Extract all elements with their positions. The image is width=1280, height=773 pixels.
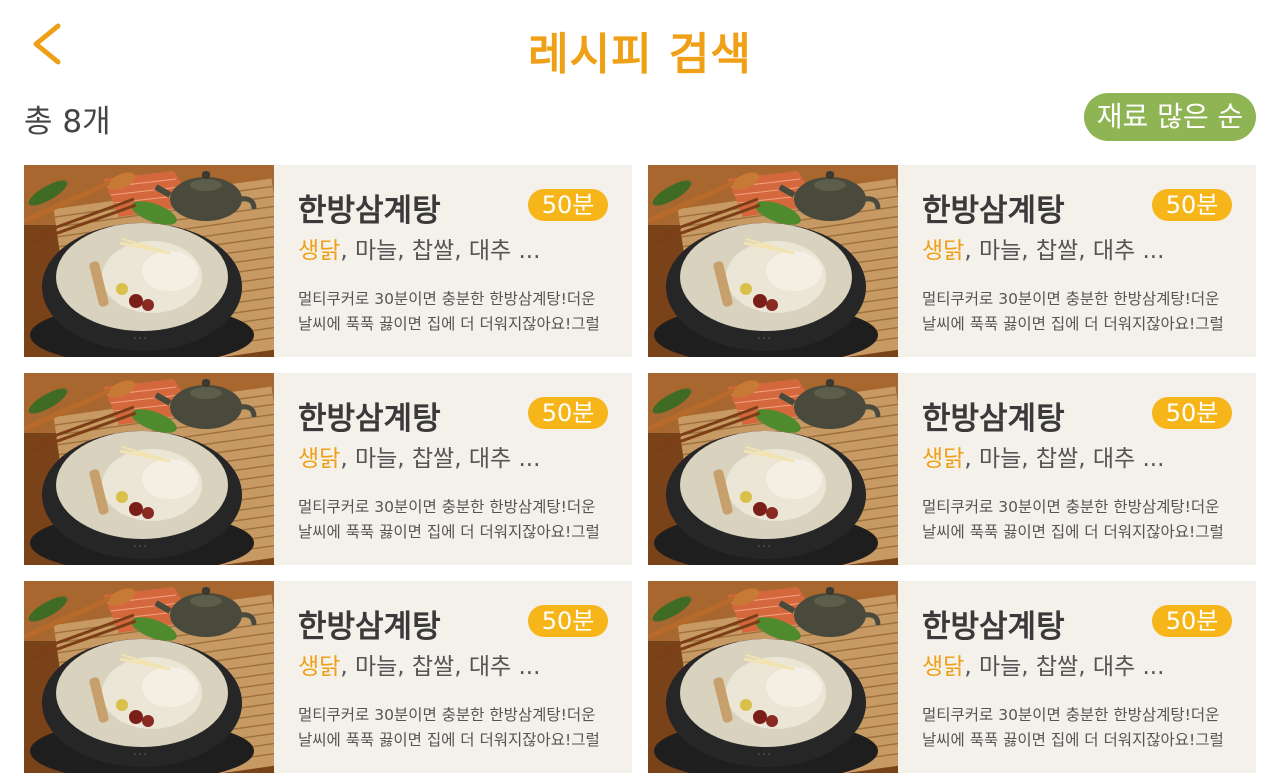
other-ingredients: , 마늘, 찹쌀, 대추 ...	[964, 238, 1165, 264]
main-ingredient: 생닭	[922, 654, 965, 680]
svg-text:· · ·: · · ·	[758, 750, 771, 759]
other-ingredients: , 마늘, 찹쌀, 대추 ...	[340, 446, 541, 472]
ingredient-list: 생닭, 마늘, 찹쌀, 대추 ...	[922, 647, 1164, 681]
cook-time-badge: 50분	[1152, 397, 1232, 429]
recipe-name: 한방삼계탕	[298, 193, 441, 229]
cook-time-badge: 50분	[1152, 605, 1232, 637]
recipe-thumbnail: · · ·	[648, 373, 898, 565]
recipe-name: 한방삼계탕	[922, 609, 1065, 645]
other-ingredients: , 마늘, 찹쌀, 대추 ...	[340, 654, 541, 680]
main-ingredient: 생닭	[298, 446, 341, 472]
recipe-grid: · · · 한방삼계탕 50분 생닭, 마늘, 찹쌀, 대추 ... 멀티쿠커로…	[24, 165, 1256, 773]
main-ingredient: 생닭	[922, 446, 965, 472]
recipe-name: 한방삼계탕	[298, 609, 441, 645]
recipe-name: 한방삼계탕	[922, 193, 1065, 229]
other-ingredients: , 마늘, 찹쌀, 대추 ...	[340, 238, 541, 264]
recipe-card[interactable]: · · · 한방삼계탕 50분 생닭, 마늘, 찹쌀, 대추 ... 멀티쿠커로…	[648, 165, 1256, 357]
recipe-description: 멀티쿠커로 30분이면 충분한 한방삼계탕!더운 날씨에 푹푹 끓이면 집에 더…	[298, 290, 600, 333]
recipe-thumbnail: · · ·	[24, 581, 274, 773]
recipe-card[interactable]: · · · 한방삼계탕 50분 생닭, 마늘, 찹쌀, 대추 ... 멀티쿠커로…	[648, 373, 1256, 565]
cook-time-badge: 50분	[528, 397, 608, 429]
recipe-card[interactable]: · · · 한방삼계탕 50분 생닭, 마늘, 찹쌀, 대추 ... 멀티쿠커로…	[24, 165, 632, 357]
svg-text:· · ·: · · ·	[758, 334, 771, 343]
recipe-description: 멀티쿠커로 30분이면 충분한 한방삼계탕!더운 날씨에 푹푹 끓이면 집에 더…	[922, 706, 1224, 749]
result-count: 총 8개	[24, 104, 111, 140]
main-ingredient: 생닭	[298, 654, 341, 680]
recipe-name: 한방삼계탕	[298, 401, 441, 437]
recipe-card[interactable]: · · · 한방삼계탕 50분 생닭, 마늘, 찹쌀, 대추 ... 멀티쿠커로…	[24, 373, 632, 565]
ingredient-list: 생닭, 마늘, 찹쌀, 대추 ...	[298, 647, 540, 681]
ingredient-list: 생닭, 마늘, 찹쌀, 대추 ...	[298, 231, 540, 265]
svg-text:· · ·: · · ·	[134, 542, 147, 551]
recipe-description: 멀티쿠커로 30분이면 충분한 한방삼계탕!더운 날씨에 푹푹 끓이면 집에 더…	[922, 290, 1224, 333]
cook-time-badge: 50분	[1152, 189, 1232, 221]
page-title: 레시피 검색	[528, 29, 752, 80]
sort-button[interactable]: 재료 많은 순	[1084, 93, 1256, 141]
recipe-card[interactable]: · · · 한방삼계탕 50분 생닭, 마늘, 찹쌀, 대추 ... 멀티쿠커로…	[24, 581, 632, 773]
other-ingredients: , 마늘, 찹쌀, 대추 ...	[964, 446, 1165, 472]
header: 레시피 검색	[0, 0, 1280, 92]
recipe-thumbnail: · · ·	[648, 581, 898, 773]
recipe-card[interactable]: · · · 한방삼계탕 50분 생닭, 마늘, 찹쌀, 대추 ... 멀티쿠커로…	[648, 581, 1256, 773]
recipe-description: 멀티쿠커로 30분이면 충분한 한방삼계탕!더운 날씨에 푹푹 끓이면 집에 더…	[298, 498, 600, 541]
ingredient-list: 생닭, 마늘, 찹쌀, 대추 ...	[298, 439, 540, 473]
svg-text:· · ·: · · ·	[134, 750, 147, 759]
main-ingredient: 생닭	[922, 238, 965, 264]
recipe-thumbnail: · · ·	[24, 165, 274, 357]
recipe-thumbnail: · · ·	[24, 373, 274, 565]
recipe-name: 한방삼계탕	[922, 401, 1065, 437]
cook-time-badge: 50분	[528, 189, 608, 221]
ingredient-list: 생닭, 마늘, 찹쌀, 대추 ...	[922, 439, 1164, 473]
main-ingredient: 생닭	[298, 238, 341, 264]
recipe-thumbnail: · · ·	[648, 165, 898, 357]
other-ingredients: , 마늘, 찹쌀, 대추 ...	[964, 654, 1165, 680]
recipe-description: 멀티쿠커로 30분이면 충분한 한방삼계탕!더운 날씨에 푹푹 끓이면 집에 더…	[922, 498, 1224, 541]
cook-time-badge: 50분	[528, 605, 608, 637]
svg-text:· · ·: · · ·	[134, 334, 147, 343]
svg-text:· · ·: · · ·	[758, 542, 771, 551]
ingredient-list: 생닭, 마늘, 찹쌀, 대추 ...	[922, 231, 1164, 265]
recipe-description: 멀티쿠커로 30분이면 충분한 한방삼계탕!더운 날씨에 푹푹 끓이면 집에 더…	[298, 706, 600, 749]
